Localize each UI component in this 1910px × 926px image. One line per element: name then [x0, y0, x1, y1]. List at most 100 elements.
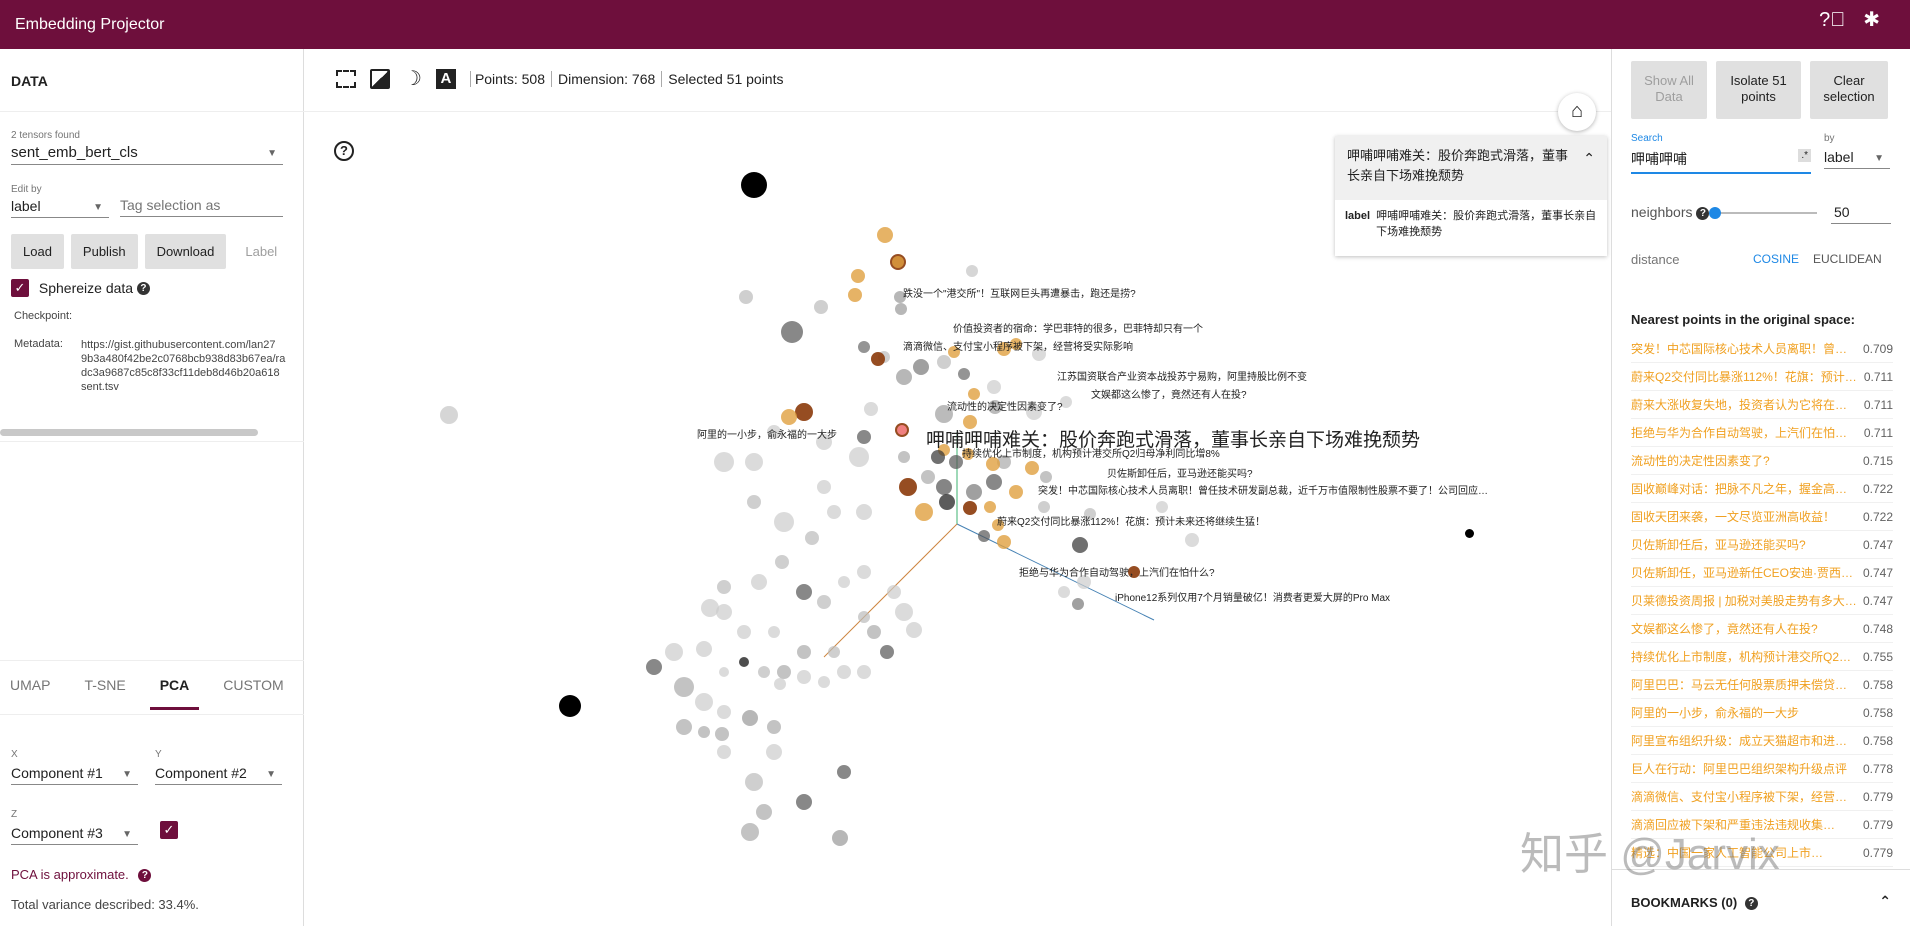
label-button[interactable]: Label — [233, 234, 290, 269]
neighbor-row[interactable]: 固收巅峰对话：把脉不凡之年，握金高… 0.722 — [1631, 475, 1893, 503]
data-point[interactable] — [827, 505, 841, 519]
data-point[interactable] — [913, 359, 929, 375]
edit-by-select[interactable]: label ▼ — [11, 198, 109, 218]
search-input[interactable]: 呷哺呷哺 .* — [1631, 149, 1811, 174]
neighbor-label[interactable]: 蔚来Q2交付同比暴涨112%！花旗：预计… — [1631, 363, 1861, 390]
help-icon[interactable]: ? — [136, 281, 150, 295]
neighbor-label[interactable]: 贝佐斯卸任，亚马逊新任CEO安迪·贾西… — [1631, 559, 1861, 586]
scatter-canvas[interactable]: 跌没一个"港交所"！互联网巨头再遭暴击，跑还是捞? 价值投资者的宿命：学巴菲特的… — [304, 112, 1611, 926]
data-point[interactable] — [676, 719, 692, 735]
data-point[interactable] — [877, 227, 893, 243]
data-point[interactable] — [978, 530, 990, 542]
data-point[interactable] — [741, 172, 767, 198]
help-icon[interactable]: ? — [138, 869, 152, 883]
neighbor-label[interactable]: 阿里的一小步，俞永福的一大步 — [1631, 699, 1861, 726]
data-point[interactable] — [795, 403, 813, 421]
neighbor-label[interactable]: 突发！中芯国际核心技术人员离职！曾… — [1631, 335, 1861, 362]
data-point[interactable] — [966, 484, 982, 500]
neighbor-label[interactable]: 贝佐斯卸任后，亚马逊还能买吗? — [1631, 531, 1861, 558]
neighbor-row[interactable]: 阿里巴巴：马云无任何股票质押未偿贷… 0.758 — [1631, 671, 1893, 699]
neighbor-row[interactable]: 蔚来大涨收复失地，投资者认为它将在… 0.711 — [1631, 391, 1893, 419]
horizontal-scrollbar[interactable] — [0, 429, 258, 436]
tab-custom[interactable]: CUSTOM — [213, 667, 293, 710]
night-mode-icon[interactable] — [370, 69, 390, 89]
tag-selection-input[interactable] — [120, 197, 283, 217]
data-point[interactable] — [937, 355, 951, 369]
neighbor-row[interactable]: 贝佐斯卸任，亚马逊新任CEO安迪·贾西… 0.747 — [1631, 559, 1893, 587]
data-point[interactable] — [767, 720, 781, 734]
data-point[interactable] — [747, 495, 761, 509]
regex-toggle[interactable]: .* — [1798, 149, 1811, 162]
data-point[interactable] — [674, 677, 694, 697]
data-point[interactable] — [864, 402, 878, 416]
data-point[interactable] — [796, 584, 812, 600]
neighbor-label[interactable]: 蔚来大涨收复失地，投资者认为它将在… — [1631, 391, 1861, 418]
data-point[interactable] — [737, 625, 751, 639]
data-point[interactable] — [837, 665, 851, 679]
data-point[interactable] — [921, 470, 935, 484]
data-point[interactable] — [1009, 485, 1023, 499]
slider-thumb[interactable] — [1709, 207, 1722, 219]
neighbor-label[interactable]: 贝莱德投资周报 | 加税对美股走势有多大… — [1631, 587, 1861, 614]
data-point[interactable] — [758, 666, 770, 678]
cosine-toggle[interactable]: COSINE — [1753, 252, 1799, 266]
data-point[interactable] — [892, 256, 904, 268]
clear-selection-button[interactable]: Clear selection — [1810, 61, 1888, 119]
data-point[interactable] — [1185, 533, 1199, 547]
neighbor-label[interactable]: 阿里宣布组织升级：成立天猫超市和进… — [1631, 727, 1861, 754]
data-point[interactable] — [896, 369, 912, 385]
data-point[interactable] — [796, 794, 812, 810]
neighbor-label[interactable]: 持续优化上市制度，机构预计港交所Q2… — [1631, 643, 1861, 670]
neighbors-input[interactable]: 50 — [1831, 204, 1891, 224]
y-component-select[interactable]: Component #2 ▼ — [155, 765, 282, 785]
projector-view[interactable]: ☽ A Points: 508 Dimension: 768 Selected … — [304, 49, 1611, 926]
neighbor-row[interactable]: 突发！中芯国际核心技术人员离职！曾… 0.709 — [1631, 335, 1893, 363]
neighbor-label[interactable]: 固收天团来袭，一文尽览亚洲高收益！ — [1631, 503, 1861, 530]
z-enable-checkbox[interactable]: ✓ — [160, 821, 178, 839]
data-point[interactable] — [701, 599, 719, 617]
neighbor-label[interactable]: 文娱都这么惨了，竟然还有人在投? — [1631, 615, 1861, 642]
neighbor-row[interactable]: 持续优化上市制度，机构预计港交所Q2… 0.755 — [1631, 643, 1893, 671]
data-point[interactable] — [715, 727, 729, 741]
neighbor-label[interactable]: 流动性的决定性因素变了? — [1631, 447, 1861, 474]
data-point[interactable] — [797, 645, 811, 659]
data-point[interactable] — [880, 645, 894, 659]
data-point[interactable] — [775, 555, 789, 569]
data-point[interactable] — [1058, 586, 1070, 598]
data-point[interactable] — [717, 580, 731, 594]
data-point[interactable] — [817, 595, 831, 609]
neighbor-row[interactable]: 固收天团来袭，一文尽览亚洲高收益！ 0.722 — [1631, 503, 1893, 531]
neighbor-row[interactable]: 滴滴微信、支付宝小程序被下架，经营… 0.779 — [1631, 783, 1893, 811]
data-point[interactable] — [1464, 528, 1474, 538]
data-point[interactable] — [867, 625, 881, 639]
neighbor-row[interactable]: 拒绝与华为合作自动驾驶，上汽们在怕… 0.711 — [1631, 419, 1893, 447]
data-point[interactable] — [958, 368, 970, 380]
data-point[interactable] — [696, 641, 712, 657]
data-point[interactable] — [774, 678, 786, 690]
neighbor-row[interactable]: 阿里的一小步，俞永福的一大步 0.758 — [1631, 699, 1893, 727]
data-point[interactable] — [858, 341, 870, 353]
data-point[interactable] — [1038, 501, 1050, 513]
data-point[interactable] — [817, 480, 831, 494]
data-point[interactable] — [898, 451, 910, 463]
data-point[interactable] — [818, 676, 830, 688]
tab-pca[interactable]: PCA — [149, 667, 200, 710]
data-point[interactable] — [986, 474, 1002, 490]
data-point[interactable] — [966, 265, 978, 277]
neighbor-row[interactable]: 文娱都这么惨了，竟然还有人在投? 0.748 — [1631, 615, 1893, 643]
data-point[interactable] — [766, 744, 782, 760]
tensor-select[interactable]: sent_emb_bert_cls ▼ — [11, 144, 283, 165]
data-point[interactable] — [698, 726, 710, 738]
data-point[interactable] — [742, 710, 758, 726]
data-point[interactable] — [915, 503, 933, 521]
data-point[interactable] — [756, 804, 772, 820]
data-point[interactable] — [871, 352, 885, 366]
data-point[interactable] — [1072, 598, 1084, 610]
neighbor-label[interactable]: 巨人在行动：阿里巴巴组织架构升级点评 — [1631, 755, 1861, 782]
data-point[interactable] — [781, 321, 803, 343]
data-point[interactable] — [695, 693, 713, 711]
neighbor-row[interactable]: 巨人在行动：阿里巴巴组织架构升级点评 0.778 — [1631, 755, 1893, 783]
data-point[interactable] — [719, 667, 729, 677]
data-point[interactable] — [832, 830, 848, 846]
data-point[interactable] — [777, 665, 791, 679]
